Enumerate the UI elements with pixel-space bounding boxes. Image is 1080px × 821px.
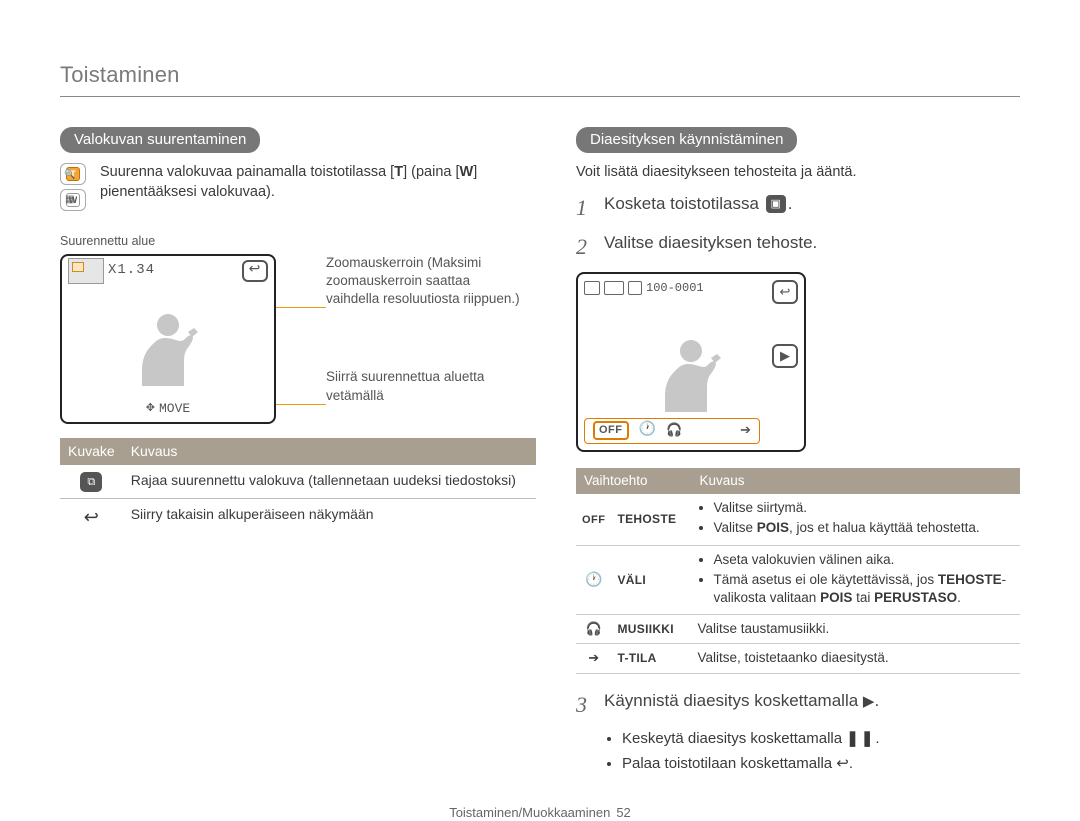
caption-enlarged-area: Suurennettu alue [60,233,536,250]
effect-desc-1: Valitse siirtymä. [714,499,1015,517]
icon-table-enlarge: Kuvake Kuvaus ⧉ Rajaa suurennettu valoku… [60,438,536,535]
step-number-2: 2 [576,232,594,262]
return-icon: ↩ [84,505,99,529]
th-desc: Kuvaus [123,438,536,465]
photo-silhouette [636,322,746,422]
annotation-zoom-factor: Zoomauskerroin (Maksimi zoomauskerroin s… [326,254,526,309]
label-music: MUSIIKKI [612,615,692,644]
th-icon: Kuvake [60,438,123,465]
th-desc: Kuvaus [692,468,1021,494]
option-interval-icon [639,421,656,440]
zoom-t-button: T [60,163,86,185]
zoom-factor-readout: X1.34 [108,261,242,280]
thumbnail-inset [68,258,104,284]
zoom-w-button: W [60,189,86,211]
option-music-icon [666,422,682,440]
slideshow-option-bar[interactable]: OFF [584,418,760,444]
zoom-rocker-illustration: T W [60,163,90,215]
effect-desc-2: Valitse POIS, jos et halua käyttää tehos… [714,519,1015,537]
label-effect: TEHOSTE [612,494,692,545]
row-return-desc: Siirry takaisin alkuperäiseen näkymään [123,498,536,535]
back-button[interactable]: ↩ [772,280,798,304]
after-bullet-return: Palaa toistotilaan koskettamalla ↩. [622,754,1020,774]
music-desc: Valitse taustamusiikki. [692,615,1021,644]
annotation-drag: Siirrä suurennettua aluetta vetämällä [326,368,536,404]
label-interval: VÄLI [612,545,692,615]
step-2-text: Valitse diaesityksen tehoste. [604,232,817,255]
enlarge-instruction: Suurenna valokuvaa painamalla toistotila… [100,163,536,202]
music-icon [586,621,602,636]
card-icon [628,281,642,295]
back-button[interactable]: ↩ [242,260,268,282]
interval-icon [585,572,602,587]
tmode-desc: Valitse, toistetaanko diaesitystä. [692,644,1021,673]
th-option: Vaihtoehto [576,468,692,494]
option-more-icon [740,422,751,440]
option-effect-off-icon: OFF [593,421,629,440]
step-3-text: Käynnistä diaesitys koskettamalla ▶. [604,690,879,713]
label-tmode: T-TILA [612,644,692,673]
step-1-text: Kosketa toistotilassa ▣. [604,193,792,216]
section-heading-enlarge: Valokuvan suurentaminen [60,127,260,153]
camera-screen-zoom: X1.34 ↩ ✥MOVE [60,254,276,424]
file-counter: 100-0001 [646,280,704,296]
step-number-1: 1 [576,193,594,223]
step-number-3: 3 [576,690,594,720]
play-mode-icon [584,281,600,295]
right-column: Diaesityksen käynnistäminen Voit lisätä … [576,127,1020,778]
interval-desc-1: Aseta valokuvien välinen aika. [714,551,1015,569]
left-column: Valokuvan suurentaminen T W Suurenna val… [60,127,536,778]
interval-desc-2: Tämä asetus ei ole käytettävissä, jos TE… [714,571,1015,607]
return-icon: ↩ [836,755,849,772]
section-heading-slideshow: Diaesityksen käynnistäminen [576,127,797,153]
pause-icon: ❚❚ [846,730,875,747]
after-bullet-pause: Keskeytä diaesitys koskettamalla ❚❚. [622,729,1020,749]
battery-icon [604,281,624,295]
page-footer: Toistaminen/Muokkaaminen52 [60,804,1020,821]
row-crop-desc: Rajaa suurennettu valokuva (tallennetaan… [123,465,536,499]
slideshow-mode-icon: ▣ [766,195,786,213]
slideshow-intro: Voit lisätä diaesitykseen tehosteita ja … [576,163,1020,183]
play-triangle-icon: ▶ [863,693,875,710]
effect-off-icon: OFF [582,514,606,526]
page-title: Toistaminen [60,60,1020,97]
slideshow-options-table: Vaihtoehto Kuvaus OFF TEHOSTE Valitse si… [576,468,1020,674]
camera-screen-slideshow: 100-0001 ↩ ▶ OFF [576,272,806,452]
tmode-icon [588,650,599,665]
photo-silhouette [113,296,223,396]
crop-icon: ⧉ [80,472,102,492]
move-indicator: ✥MOVE [146,400,190,418]
